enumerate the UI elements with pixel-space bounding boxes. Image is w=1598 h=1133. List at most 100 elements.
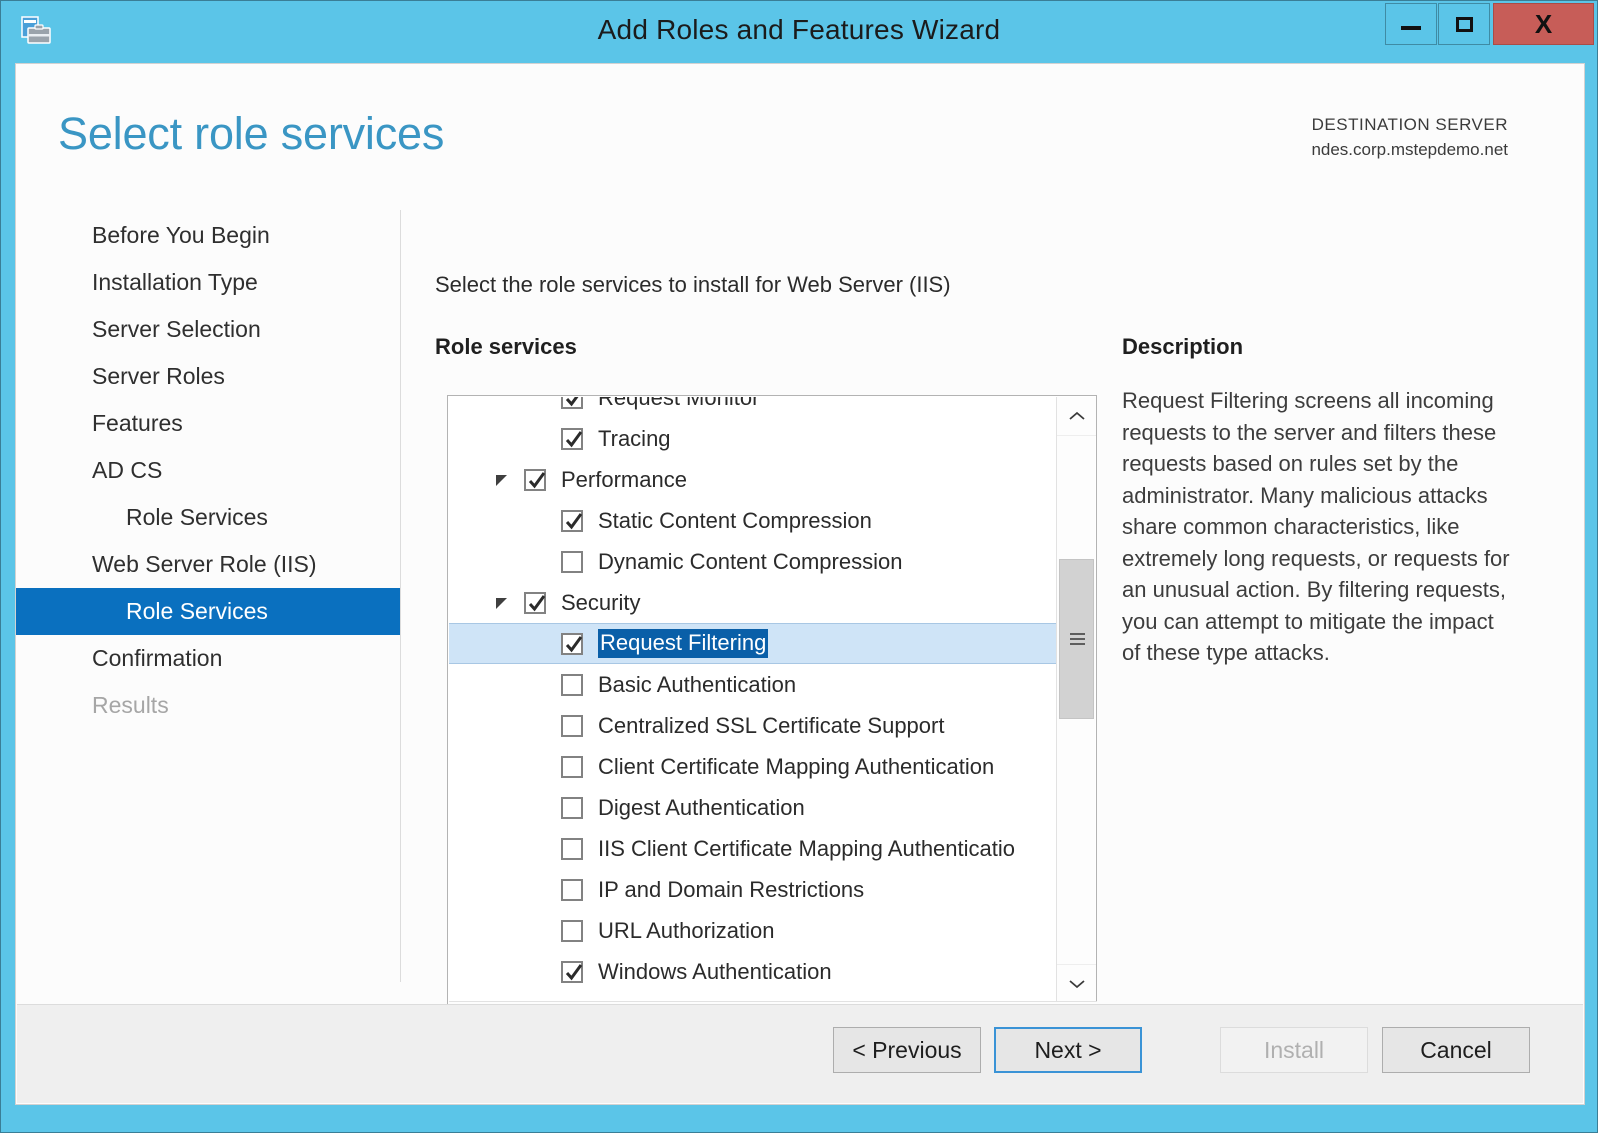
tree-row[interactable]: Security — [449, 582, 1057, 623]
sidebar-item-label: Server Roles — [92, 363, 225, 389]
sidebar-item-installation-type[interactable]: Installation Type — [16, 259, 400, 306]
page-title: Select role services — [58, 108, 445, 159]
tree-row[interactable]: Centralized SSL Certificate Support — [449, 705, 1057, 746]
next-button[interactable]: Next > — [994, 1027, 1142, 1073]
sidebar-item-label: Confirmation — [92, 645, 223, 671]
role-services-tree[interactable]: Request Monitor Tracing Performance Stat… — [447, 395, 1097, 1048]
tree-row-label: Performance — [561, 466, 687, 492]
scroll-up-button[interactable] — [1057, 397, 1096, 436]
checkbox-unchecked[interactable] — [561, 755, 583, 778]
previous-button[interactable]: < Previous — [833, 1027, 981, 1073]
tree-row[interactable]: Client Certificate Mapping Authenticatio… — [449, 746, 1057, 787]
destination-server-block: DESTINATION SERVER ndes.corp.mstepdemo.n… — [1311, 113, 1508, 163]
sidebar-item-server-roles[interactable]: Server Roles — [16, 353, 400, 400]
tree-row[interactable]: Request Monitor — [449, 397, 1057, 418]
checkbox-checked[interactable] — [561, 427, 583, 450]
checkbox-unchecked[interactable] — [561, 550, 583, 573]
tree-row-label: IIS Client Certificate Mapping Authentic… — [598, 835, 1016, 861]
tree-row-label: URL Authorization — [598, 917, 775, 943]
checkbox-checked[interactable] — [561, 960, 583, 983]
sidebar-item-label: Role Services — [126, 598, 268, 624]
tree-row-label: Digest Authentication — [598, 794, 805, 820]
tree-row[interactable]: Digest Authentication — [449, 787, 1057, 828]
nav-content-divider — [400, 210, 401, 982]
tree-row-selected[interactable]: Request Filtering — [449, 623, 1057, 664]
sidebar-item-ad-cs[interactable]: AD CS — [16, 447, 400, 494]
tree-row[interactable]: Windows Authentication — [449, 951, 1057, 992]
close-button[interactable]: X — [1493, 3, 1594, 45]
tree-row-label: Client Certificate Mapping Authenticatio… — [598, 753, 995, 779]
role-services-tree-viewport: Request Monitor Tracing Performance Stat… — [449, 397, 1057, 1003]
destination-server-name: ndes.corp.mstepdemo.net — [1311, 140, 1508, 159]
tree-row[interactable]: URL Authorization — [449, 910, 1057, 951]
checkbox-unchecked[interactable] — [561, 714, 583, 737]
client-area: Select role services DESTINATION SERVER … — [15, 63, 1585, 1105]
chevron-down-icon — [1068, 980, 1085, 989]
sidebar-item-adcs-role-services[interactable]: Role Services — [16, 494, 400, 541]
tree-row-label: Windows Authentication — [598, 958, 832, 984]
sidebar-item-label: AD CS — [92, 457, 163, 483]
tree-row-label: Security — [561, 589, 641, 615]
checkbox-checked[interactable] — [561, 397, 583, 409]
checkbox-checked[interactable] — [524, 468, 546, 491]
sidebar-item-confirmation[interactable]: Confirmation — [16, 635, 400, 682]
tree-row-label: Request Monitor — [598, 397, 760, 410]
checkbox-unchecked[interactable] — [561, 796, 583, 819]
sidebar-item-label: Results — [92, 692, 169, 718]
wizard-navigation: Before You Begin Installation Type Serve… — [16, 212, 400, 729]
tree-row-label: Tracing — [598, 425, 671, 451]
minimize-icon — [1401, 26, 1421, 30]
sidebar-item-results: Results — [16, 682, 400, 729]
instruction-text: Select the role services to install for … — [435, 272, 951, 297]
sidebar-item-label: Web Server Role (IIS) — [92, 551, 317, 577]
sidebar-item-features[interactable]: Features — [16, 400, 400, 447]
chevron-up-icon — [1068, 411, 1085, 420]
scroll-down-button[interactable] — [1057, 964, 1096, 1003]
scroll-grip-icon — [1070, 633, 1085, 646]
cancel-button[interactable]: Cancel — [1382, 1027, 1530, 1073]
sidebar-item-label: Installation Type — [92, 269, 258, 295]
sidebar-item-server-selection[interactable]: Server Selection — [16, 306, 400, 353]
tree-vertical-scrollbar[interactable] — [1056, 397, 1096, 1003]
sidebar-item-label: Features — [92, 410, 183, 436]
wizard-footer: < Previous Next > Install Cancel — [17, 1004, 1583, 1103]
tree-row[interactable]: Static Content Compression — [449, 500, 1057, 541]
scroll-thumb-vertical[interactable] — [1059, 559, 1094, 719]
description-label: Description — [1122, 334, 1244, 359]
checkbox-checked[interactable] — [561, 509, 583, 532]
sidebar-item-label: Server Selection — [92, 316, 261, 342]
role-services-label: Role services — [435, 334, 577, 359]
sidebar-item-web-server-role-iis[interactable]: Web Server Role (IIS) — [16, 541, 400, 588]
role-services-tree-rows: Request Monitor Tracing Performance Stat… — [449, 397, 1057, 992]
tree-row-label: Basic Authentication — [598, 671, 797, 697]
minimize-button[interactable] — [1385, 3, 1437, 45]
expander-expanded-icon[interactable] — [495, 596, 509, 610]
maximize-button[interactable] — [1438, 3, 1490, 45]
checkbox-unchecked[interactable] — [561, 878, 583, 901]
checkbox-unchecked[interactable] — [561, 837, 583, 860]
destination-server-label: DESTINATION SERVER — [1311, 115, 1508, 134]
checkbox-checked[interactable] — [561, 632, 583, 655]
wizard-window: Add Roles and Features Wizard X Select r… — [0, 0, 1598, 1133]
expander-expanded-icon[interactable] — [495, 473, 509, 487]
install-button: Install — [1220, 1027, 1368, 1073]
tree-row-label: Static Content Compression — [598, 507, 872, 533]
checkbox-unchecked[interactable] — [561, 919, 583, 942]
tree-row[interactable]: IP and Domain Restrictions — [449, 869, 1057, 910]
sidebar-item-before-you-begin[interactable]: Before You Begin — [16, 212, 400, 259]
description-text: Request Filtering screens all incoming r… — [1122, 388, 1510, 665]
tree-row[interactable]: Tracing — [449, 418, 1057, 459]
close-icon: X — [1534, 8, 1553, 39]
title-bar: Add Roles and Features Wizard X — [1, 1, 1597, 63]
tree-row[interactable]: IIS Client Certificate Mapping Authentic… — [449, 828, 1057, 869]
tree-row[interactable]: Performance — [449, 459, 1057, 500]
sidebar-item-label: Before You Begin — [92, 222, 270, 248]
sidebar-item-label: Role Services — [126, 504, 268, 530]
tree-row-label: IP and Domain Restrictions — [598, 876, 865, 902]
tree-row-label: Dynamic Content Compression — [598, 548, 903, 574]
sidebar-item-iis-role-services[interactable]: Role Services — [16, 588, 400, 635]
checkbox-checked[interactable] — [524, 591, 546, 614]
tree-row[interactable]: Basic Authentication — [449, 664, 1057, 705]
tree-row[interactable]: Dynamic Content Compression — [449, 541, 1057, 582]
checkbox-unchecked[interactable] — [561, 673, 583, 696]
